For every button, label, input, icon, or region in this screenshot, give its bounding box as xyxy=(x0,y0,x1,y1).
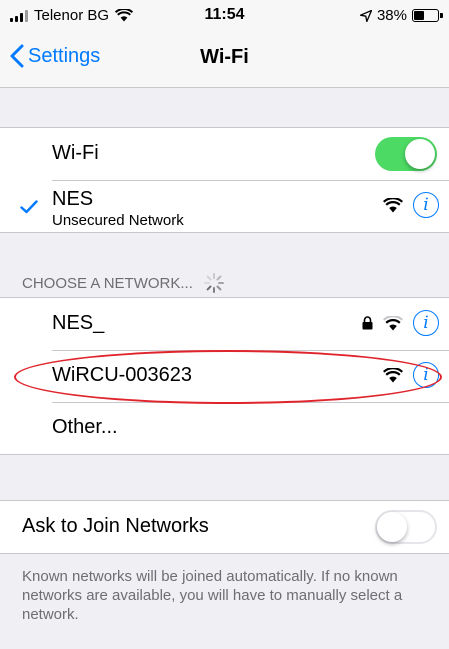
network-row[interactable]: NES_ i xyxy=(0,298,449,350)
loading-spinner-icon xyxy=(203,273,224,293)
status-bar: Telenor BG 11:54 38% xyxy=(0,0,449,30)
battery-icon xyxy=(412,9,443,22)
networks-group: NES_ i WiRCU-003623 i Other... xyxy=(0,297,449,455)
location-arrow-icon xyxy=(359,9,372,22)
lock-icon xyxy=(362,316,373,330)
other-network-row[interactable]: Other... xyxy=(0,402,449,454)
section-header-label: CHOOSE A NETWORK... xyxy=(22,274,193,292)
toggle-knob xyxy=(405,139,435,169)
info-icon[interactable]: i xyxy=(413,362,439,388)
network-icons: i xyxy=(383,362,439,388)
network-name: NES_ xyxy=(52,312,105,334)
ask-to-join-footer: Known networks will be joined automatica… xyxy=(22,568,403,623)
connected-network-name: NES xyxy=(52,188,94,210)
choose-network-header: CHOOSE A NETWORK... xyxy=(22,272,225,294)
ask-to-join-row: Ask to Join Networks xyxy=(0,501,449,553)
other-network-label: Other... xyxy=(52,416,118,438)
battery-percent: 38% xyxy=(376,7,407,24)
connected-network-subtitle: Unsecured Network xyxy=(52,212,184,229)
network-row[interactable]: WiRCU-003623 i xyxy=(0,350,449,402)
network-icons: i xyxy=(383,192,439,218)
wifi-toggle[interactable] xyxy=(375,137,437,171)
toggle-knob xyxy=(377,512,407,542)
wifi-group: Wi-Fi NES Unsecured Network i xyxy=(0,127,449,233)
wifi-signal-icon xyxy=(383,315,403,330)
info-icon[interactable]: i xyxy=(413,192,439,218)
page-title: Wi-Fi xyxy=(200,46,249,68)
wifi-signal-icon xyxy=(383,197,403,212)
ask-to-join-toggle[interactable] xyxy=(375,510,437,544)
network-name: WiRCU-003623 xyxy=(52,364,193,386)
wifi-toggle-row: Wi-Fi xyxy=(0,128,449,180)
connected-network-row[interactable]: NES Unsecured Network i xyxy=(0,180,449,232)
battery-fill xyxy=(414,11,424,20)
status-right: 38% xyxy=(359,7,443,24)
checkmark-icon xyxy=(20,200,38,214)
info-icon[interactable]: i xyxy=(413,310,439,336)
wifi-label: Wi-Fi xyxy=(52,142,99,164)
ask-to-join-group: Ask to Join Networks xyxy=(0,500,449,554)
wifi-signal-icon xyxy=(383,367,403,382)
ask-to-join-label: Ask to Join Networks xyxy=(22,515,209,537)
navigation-bar: Settings Wi-Fi xyxy=(0,30,449,88)
network-icons: i xyxy=(362,310,439,336)
